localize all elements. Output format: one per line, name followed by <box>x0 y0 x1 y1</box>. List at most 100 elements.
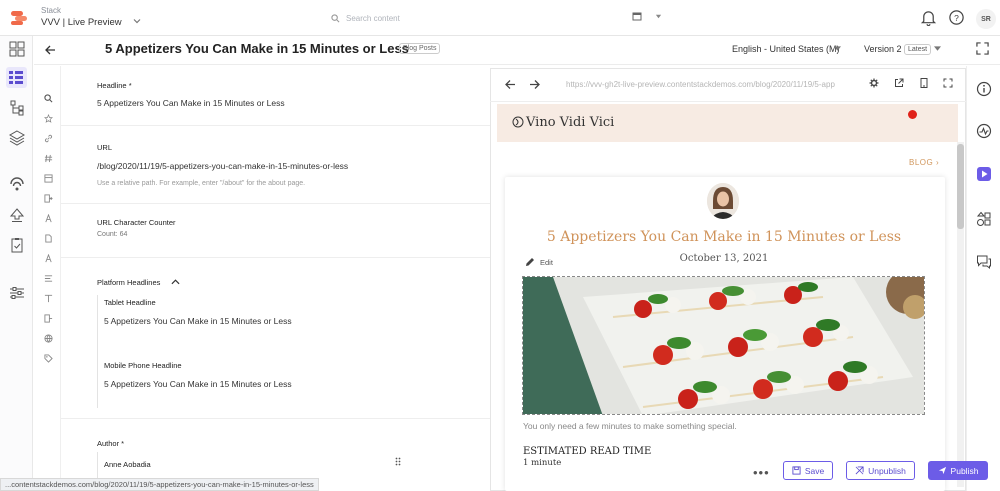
link-icon[interactable] <box>44 134 53 143</box>
deploy-icon[interactable] <box>9 207 25 223</box>
save-icon <box>792 466 801 475</box>
save-label: Save <box>804 465 825 476</box>
star-icon[interactable] <box>44 114 53 123</box>
vino-logo-icon <box>512 116 524 128</box>
contentstack-logo-icon[interactable] <box>9 8 29 28</box>
divider <box>61 418 490 419</box>
version-latest-badge: Latest <box>904 44 932 55</box>
back-arrow-icon[interactable] <box>44 44 56 56</box>
search-icon[interactable] <box>44 94 53 103</box>
record-indicator <box>908 110 917 119</box>
releases-icon[interactable] <box>9 177 25 193</box>
mobile-headline-label: Mobile Phone Headline <box>104 361 182 370</box>
tag-icon[interactable] <box>44 354 53 363</box>
blog-link[interactable]: BLOG › <box>909 158 939 167</box>
read-time-label: ESTIMATED READ TIME <box>523 446 652 457</box>
site-brand[interactable]: Vino Vidi Vici <box>512 115 614 130</box>
svg-text:?: ? <box>954 13 959 23</box>
activity-icon[interactable] <box>976 123 992 139</box>
rich-text-icon[interactable] <box>44 274 53 283</box>
fullscreen-icon[interactable] <box>943 78 953 88</box>
search-input[interactable]: Search content <box>346 14 400 23</box>
content-models-icon[interactable] <box>9 100 25 116</box>
post-title: 5 Appetizers You Can Make in 15 Minutes … <box>546 229 902 245</box>
divider <box>61 203 490 204</box>
site-brand-text: Vino Vidi Vici <box>526 115 615 130</box>
reference-icon[interactable] <box>44 314 53 323</box>
unpublish-label: Unpublish <box>868 465 906 476</box>
post-date: October 13, 2021 <box>679 253 769 264</box>
settings-sliders-icon[interactable] <box>9 285 25 301</box>
calendar-icon[interactable] <box>632 11 642 21</box>
publish-label: Publish <box>950 465 979 476</box>
search-icon <box>331 13 340 23</box>
headline-field[interactable]: 5 Appetizers You Can Make in 15 Minutes … <box>97 98 285 108</box>
notification-bell-icon[interactable] <box>920 9 937 26</box>
image-caption: You only need a few minutes to make some… <box>523 421 737 431</box>
url-field[interactable]: /blog/2020/11/19/5-appetizers-you-can-ma… <box>97 161 348 171</box>
main-sidebar <box>0 36 33 491</box>
drag-handle-icon[interactable] <box>395 457 401 466</box>
save-button[interactable]: Save <box>783 461 833 480</box>
publish-button[interactable]: Publish <box>928 461 988 480</box>
more-options-button[interactable]: ••• <box>753 465 770 480</box>
globe-icon[interactable] <box>44 334 53 343</box>
caret-down-icon[interactable] <box>834 46 841 52</box>
mobile-headline-field[interactable]: 5 Appetizers You Can Make in 15 Minutes … <box>104 379 292 389</box>
scrollbar-thumb[interactable] <box>957 144 964 229</box>
unpublish-button[interactable]: Unpublish <box>846 461 915 480</box>
assets-icon[interactable] <box>9 130 25 146</box>
entries-icon[interactable] <box>6 67 27 88</box>
reference-icon[interactable] <box>44 194 53 203</box>
preview-url[interactable]: https://vvv-gh2t-live-preview.contentsta… <box>566 80 835 89</box>
hash-icon[interactable] <box>44 154 53 163</box>
url-counter-label: URL Character Counter <box>97 218 176 227</box>
url-label: URL <box>97 143 113 152</box>
read-time-value: 1 minute <box>523 458 562 468</box>
search-bar[interactable]: Search content <box>331 10 511 26</box>
group-border <box>97 295 98 408</box>
author-name: Anne Aobadia <box>104 460 151 469</box>
fullscreen-icon[interactable] <box>976 42 989 55</box>
field-navigator <box>34 66 61 491</box>
live-preview-icon[interactable] <box>976 166 992 182</box>
content-type-badge: Blog Posts <box>399 43 441 54</box>
help-icon[interactable]: ? <box>948 9 965 26</box>
title-icon[interactable] <box>44 294 53 303</box>
status-url-tooltip: ...contentstackdemos.com/blog/2020/11/19… <box>0 478 319 491</box>
send-icon <box>938 466 947 475</box>
locale-selector[interactable]: English - United States (M) <box>732 44 840 54</box>
url-counter-value: Count: 64 <box>97 231 128 238</box>
gear-icon[interactable] <box>869 78 879 88</box>
open-external-icon[interactable] <box>894 78 904 88</box>
version-selector[interactable]: Version 2 <box>864 44 902 54</box>
headline-label: Headline * <box>97 81 132 90</box>
chevron-down-icon[interactable] <box>133 17 141 25</box>
dashboard-icon[interactable] <box>9 41 25 57</box>
stack-selector[interactable]: VVV | Live Preview <box>41 17 122 28</box>
device-icon[interactable] <box>919 78 929 88</box>
file-icon[interactable] <box>44 234 53 243</box>
author-avatar <box>707 183 739 219</box>
text-field-icon[interactable] <box>44 214 53 223</box>
url-help-text: Use a relative path. For example, enter … <box>97 180 306 187</box>
divider <box>61 125 490 126</box>
caret-down-icon[interactable] <box>934 46 941 52</box>
comments-icon[interactable] <box>976 254 992 270</box>
arrow-right-icon[interactable] <box>529 79 541 90</box>
divider <box>61 257 490 258</box>
platform-headlines-label: Platform Headlines <box>97 278 161 287</box>
text-field-icon[interactable] <box>44 254 53 263</box>
chevron-up-icon[interactable] <box>171 278 180 286</box>
avatar[interactable]: SR <box>976 9 996 29</box>
extensions-icon[interactable] <box>976 211 992 227</box>
group-icon[interactable] <box>44 174 53 183</box>
unpublish-icon <box>855 466 864 475</box>
tablet-headline-field[interactable]: 5 Appetizers You Can Make in 15 Minutes … <box>104 316 292 326</box>
hero-image <box>522 276 925 415</box>
chevron-down-icon[interactable] <box>655 13 662 20</box>
arrow-left-icon[interactable] <box>504 79 516 90</box>
tasks-icon[interactable] <box>9 237 25 253</box>
info-icon[interactable] <box>976 81 992 97</box>
stack-label: Stack <box>41 6 62 15</box>
